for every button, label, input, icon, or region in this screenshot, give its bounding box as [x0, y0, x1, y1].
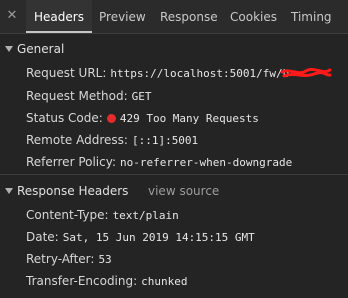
remote-address-row: Remote Address: [::1]:5001 [26, 131, 198, 149]
header-value: 53 [98, 253, 112, 266]
request-url-value: https://localhost:5001/fw/b [110, 67, 290, 80]
request-url-label: Request URL: [26, 66, 107, 80]
status-dot-icon [106, 114, 116, 123]
tab-headers[interactable]: Headers [26, 0, 92, 33]
redaction-scribble [280, 67, 332, 78]
header-key: Transfer-Encoding: [26, 274, 138, 288]
tab-timing[interactable]: Timing [291, 0, 332, 33]
remote-address-value: [::1]:5001 [131, 134, 199, 147]
header-value: Sat, 15 Jun 2019 14:15:15 GMT [62, 231, 255, 244]
header-key: Content-Type: [26, 208, 109, 222]
response-header-row: Content-Type: text/plain [26, 206, 179, 224]
response-headers-section-header[interactable]: Response Headers [5, 182, 128, 200]
request-url-row: Request URL: https://localhost:5001/fw/b [26, 64, 289, 82]
tab-response[interactable]: Response [160, 0, 218, 33]
request-method-label: Request Method: [26, 89, 128, 103]
referrer-policy-value: no-referrer-when-downgrade [120, 156, 293, 169]
tab-bar: ✕ Headers Preview Response Cookies Timin… [0, 0, 348, 34]
tab-cookies[interactable]: Cookies [230, 0, 277, 33]
general-title: General [17, 42, 65, 56]
response-header-row: Transfer-Encoding: chunked [26, 272, 188, 290]
general-section-header[interactable]: General [5, 40, 64, 58]
tab-preview[interactable]: Preview [99, 0, 146, 33]
collapse-triangle-icon [5, 46, 13, 52]
header-key: Date: [26, 230, 59, 244]
status-code-label: Status Code: [26, 111, 103, 125]
remote-address-label: Remote Address: [26, 133, 128, 147]
header-key: Retry-After: [26, 252, 95, 266]
collapse-triangle-icon [5, 188, 13, 194]
response-headers-title: Response Headers [17, 184, 129, 198]
response-header-row: Date: Sat, 15 Jun 2019 14:15:15 GMT [26, 228, 255, 246]
response-header-row: Retry-After: 53 [26, 250, 112, 268]
close-icon[interactable]: ✕ [4, 8, 20, 24]
header-value: chunked [141, 275, 188, 288]
referrer-policy-row: Referrer Policy: no-referrer-when-downgra… [26, 153, 292, 171]
header-value: text/plain [112, 209, 179, 222]
request-method-row: Request Method: GET [26, 87, 151, 105]
status-code-row: Status Code: 429 Too Many Requests [26, 109, 259, 127]
view-source-link[interactable]: view source [148, 183, 219, 199]
section-divider [0, 174, 348, 175]
status-code-value: 429 Too Many Requests [119, 112, 259, 125]
request-method-value: GET [131, 90, 152, 103]
referrer-policy-label: Referrer Policy: [26, 155, 116, 169]
